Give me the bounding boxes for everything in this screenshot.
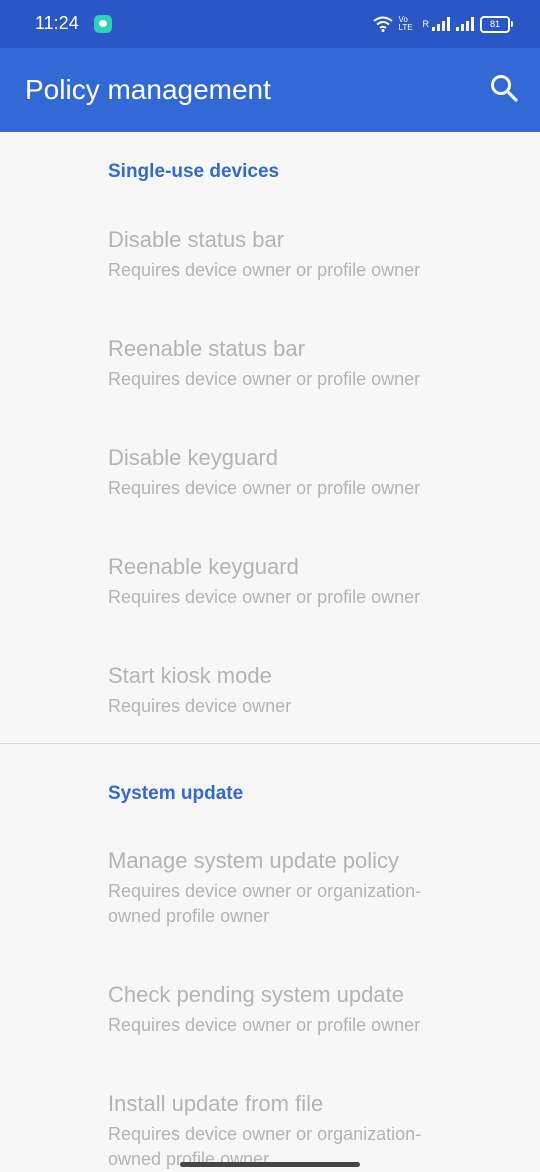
wifi-icon	[372, 16, 393, 32]
pref-title: Disable keyguard	[108, 445, 278, 470]
pref-summary: Requires device owner or organization-ow…	[108, 881, 422, 926]
pref-title: Check pending system update	[108, 982, 404, 1007]
pref-disable-keyguard[interactable]: Disable keyguard Requires device owner o…	[108, 445, 508, 501]
pref-title: Install update from file	[108, 1091, 324, 1116]
pref-summary: Requires device owner	[108, 696, 292, 716]
chat-notification-icon	[94, 15, 112, 33]
pref-summary: Requires device owner or profile owner	[108, 1015, 421, 1035]
pref-title: Start kiosk mode	[108, 663, 272, 688]
roaming-indicator: R	[422, 19, 430, 29]
pref-disable-status-bar[interactable]: Disable status bar Requires device owner…	[108, 227, 508, 283]
app-bar: Policy management	[0, 48, 540, 132]
pref-title: Manage system update policy	[108, 848, 400, 873]
status-icons: Vo LTE R 81	[372, 13, 513, 35]
pref-reenable-status-bar[interactable]: Reenable status bar Requires device owne…	[108, 336, 508, 392]
section-header-system-update: System update	[108, 783, 244, 804]
search-icon[interactable]	[488, 72, 522, 106]
signal-sim1-icon	[432, 17, 450, 31]
battery-level: 81	[489, 18, 500, 29]
pref-check-pending-system-update[interactable]: Check pending system update Requires dev…	[108, 982, 508, 1038]
home-indicator[interactable]	[180, 1162, 360, 1167]
section-header-single-use-devices: Single-use devices	[108, 161, 280, 182]
pref-summary: Requires device owner or profile owner	[108, 369, 421, 389]
pref-summary: Requires device owner or profile owner	[108, 587, 421, 607]
pref-reenable-keyguard[interactable]: Reenable keyguard Requires device owner …	[108, 554, 508, 610]
pref-start-kiosk-mode[interactable]: Start kiosk mode Requires device owner	[108, 663, 508, 719]
pref-install-update-from-file[interactable]: Install update from file Requires device…	[108, 1091, 438, 1172]
pref-manage-system-update-policy[interactable]: Manage system update policy Requires dev…	[108, 848, 438, 929]
pref-title: Disable status bar	[108, 227, 285, 252]
page-title: Policy management	[25, 74, 271, 105]
volte-icon: Vo LTE	[398, 15, 413, 32]
pref-title: Reenable status bar	[108, 336, 305, 361]
signal-sim2-icon	[456, 17, 474, 31]
battery-icon: 81	[480, 15, 513, 33]
section-divider	[0, 743, 540, 744]
status-bar: 11:24 Vo LTE R 81	[0, 0, 540, 48]
pref-summary: Requires device owner or profile owner	[108, 260, 421, 280]
pref-summary: Requires device owner or profile owner	[108, 478, 421, 498]
status-time: 11:24	[35, 13, 79, 33]
pref-title: Reenable keyguard	[108, 554, 299, 579]
